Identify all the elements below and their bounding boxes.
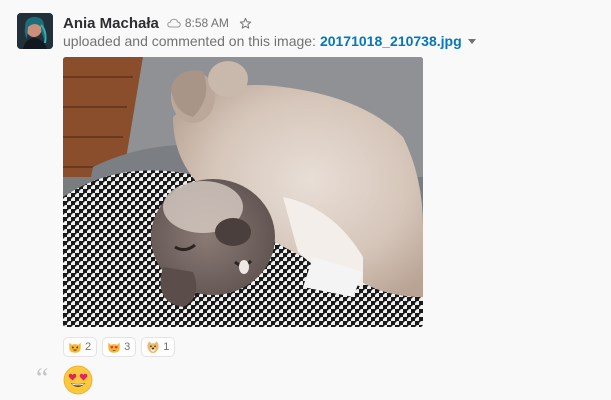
author-name[interactable]: Ania Machała: [63, 15, 159, 32]
cloud-icon: [167, 18, 181, 28]
reaction-heart-eyes-cat[interactable]: 3: [102, 337, 137, 357]
file-share-message: Ania Machała 8:58 AM uploaded and commen…: [0, 0, 611, 400]
reactions-bar: 2 3 1: [63, 337, 176, 357]
upload-description: uploaded and commented on this image: 20…: [63, 33, 476, 49]
reaction-doge[interactable]: 1: [141, 337, 176, 357]
doge-icon: [146, 340, 160, 354]
heart-eyes-cat-icon: [107, 340, 121, 354]
quote-icon: “: [36, 363, 49, 394]
message-header: Ania Machała 8:58 AM: [63, 13, 252, 33]
file-name-link[interactable]: 20171018_210738.jpg: [320, 33, 462, 49]
smiley-cat-icon: [68, 340, 82, 354]
reaction-count: 2: [85, 341, 92, 353]
reaction-count: 1: [163, 341, 170, 353]
star-icon[interactable]: [239, 17, 252, 30]
reaction-count: 3: [124, 341, 131, 353]
heart-eyes-icon: [63, 365, 93, 395]
message-timestamp[interactable]: 8:58 AM: [185, 16, 229, 30]
action-text: uploaded and commented on this image:: [63, 33, 316, 49]
chevron-down-icon[interactable]: [467, 38, 476, 44]
uploaded-image[interactable]: [63, 57, 423, 327]
avatar[interactable]: [17, 13, 53, 49]
reaction-smiley-cat[interactable]: 2: [63, 337, 98, 357]
